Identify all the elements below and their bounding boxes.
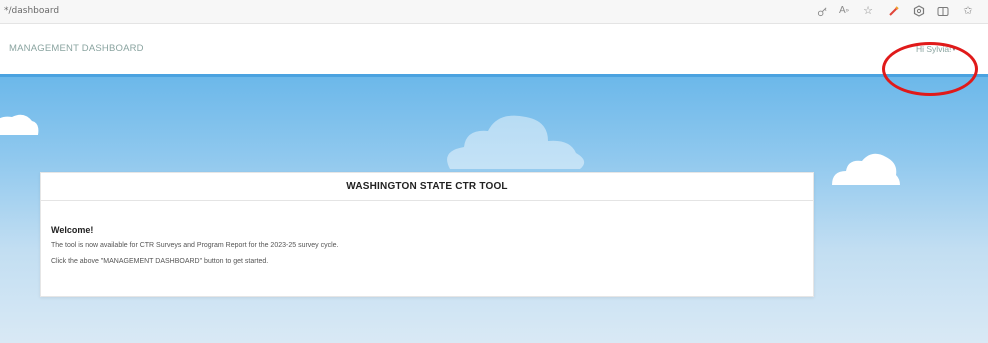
card-title: WASHINGTON STATE CTR TOOL [346, 181, 508, 192]
welcome-heading: Welcome! [51, 225, 94, 235]
getting-started-message: Click the above "MANAGEMENT DASHBOARD" b… [51, 258, 269, 265]
cloud-icon [0, 114, 39, 135]
annotation-circle [882, 42, 978, 96]
address-url[interactable]: */dashboard [4, 6, 59, 16]
split-screen-icon[interactable] [935, 3, 951, 19]
read-aloud-icon[interactable]: A» [836, 3, 852, 19]
management-dashboard-link[interactable]: MANAGEMENT DASHBOARD [9, 43, 144, 54]
app-header: MANAGEMENT DASHBOARD Hi Sylvia!▾ [0, 24, 988, 74]
cloud-icon [447, 115, 585, 169]
key-icon[interactable] [814, 3, 830, 19]
card-body: Welcome! The tool is now available for C… [41, 201, 813, 265]
favorites-icon[interactable]: ✩ [960, 3, 976, 19]
browser-address-bar: */dashboard A» ☆ ✩ [0, 0, 988, 24]
welcome-message: The tool is now available for CTR Survey… [51, 242, 339, 249]
extension-icon[interactable] [886, 3, 902, 19]
extensions-icon[interactable] [911, 3, 927, 19]
welcome-card: WASHINGTON STATE CTR TOOL Welcome! The t… [40, 172, 814, 297]
card-header: WASHINGTON STATE CTR TOOL [41, 173, 813, 201]
cloud-icon [832, 153, 900, 185]
favorite-star-icon[interactable]: ☆ [860, 3, 876, 19]
